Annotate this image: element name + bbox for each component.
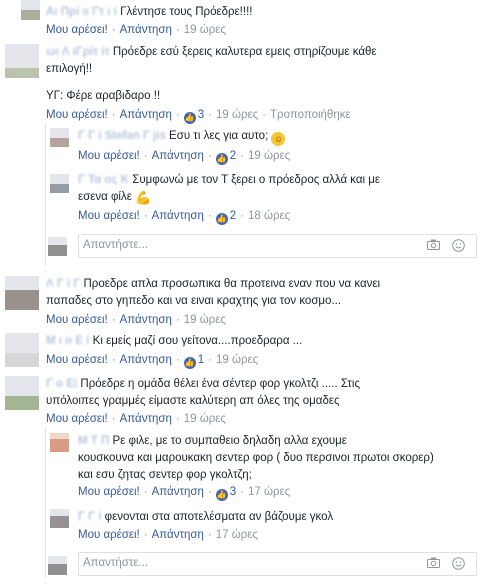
reply-input[interactable]: Απαντήστε... xyxy=(78,234,477,258)
avatar[interactable] xyxy=(5,333,39,367)
reply-text: Ρε φιλε, με το συμπαθειο δηλαδη αλλα εχο… xyxy=(112,435,347,447)
reply-actions: Μου αρέσει! · Απάντηση · 17 ώρες xyxy=(78,529,258,541)
reply-text-line: και εσυ ζητας σεντερ φορ γκολτζη; xyxy=(78,469,252,481)
comment-actions: Μου αρέσει! · Απάντηση · 👍 1 · 19 ώρες xyxy=(46,354,259,369)
reply-body: Γ Γ ί φενονται στα αποτελέσματα αν βάζου… xyxy=(78,509,488,525)
avatar[interactable] xyxy=(50,174,69,193)
avatar[interactable] xyxy=(50,433,69,452)
like-count-icon: 👍 xyxy=(215,489,228,501)
like-count-icon: 👍 xyxy=(183,357,196,369)
flexed-biceps-emoji-icon: 💪 xyxy=(135,190,152,205)
comment-body: Μ ι ο Ε ί Κι εμείς μαζί σου γείτονα....π… xyxy=(46,333,486,349)
smiley-icon[interactable] xyxy=(451,239,465,253)
reply-author[interactable]: Γ Γ ί xyxy=(78,511,101,523)
comment-text-line: υπόλοιπες γραμμές είμαστε καλύτερη απ όλ… xyxy=(46,395,340,407)
reply-placeholder: Απαντήστε... xyxy=(83,557,149,569)
camera-icon[interactable] xyxy=(426,239,440,253)
like-count-icon: 👍 xyxy=(183,112,196,124)
comment-text: Πρόεδρε εσύ ξερεις καλυτερα εμεις στηρίζ… xyxy=(112,46,377,58)
like-link[interactable]: Μου αρέσει! xyxy=(78,486,140,498)
like-link[interactable]: Μου αρέσει! xyxy=(46,314,108,326)
reply-text-line: εσενα φίλε 💪 xyxy=(78,190,152,205)
comment-time[interactable]: 19 ώρες xyxy=(216,109,258,121)
reply-link[interactable]: Απάντηση xyxy=(120,413,172,425)
comment-author[interactable]: Γ ο Εί xyxy=(46,378,77,390)
comment-author[interactable]: Αι Πρί ιι Γτ ι ί xyxy=(46,6,117,18)
reply-link[interactable]: Απάντηση xyxy=(120,314,172,326)
reply-placeholder: Απαντήστε... xyxy=(83,239,149,251)
like-count-icon: 👍 xyxy=(215,213,228,225)
reply-link[interactable]: Απάντηση xyxy=(152,210,204,222)
comment-time[interactable]: 19 ώρες xyxy=(184,413,226,425)
reply-author[interactable]: Μ Τ Π xyxy=(78,435,109,447)
comment-time[interactable]: 19 ώρες xyxy=(216,354,258,366)
like-link[interactable]: Μου αρέσει! xyxy=(46,109,108,121)
current-user-avatar xyxy=(48,556,67,575)
comment-actions: Μου αρέσει! · Απάντηση · 19 ώρες xyxy=(46,413,226,425)
comment-author[interactable]: ωι Λ ιΓρίτ ίτ xyxy=(46,46,110,58)
reply-text: φενονται στα αποτελέσματα αν βάζουμε γκο… xyxy=(104,511,334,523)
avatar[interactable] xyxy=(5,276,39,310)
comment-actions: Μου αρέσει! · Απάντηση · 👍 3 · 19 ώρες · Τροποποι… xyxy=(46,109,351,124)
comment-text-line: παπαδες στο γηπεδο και να ειναι κραχτης … xyxy=(46,295,342,307)
avatar[interactable] xyxy=(50,509,69,528)
camera-icon[interactable] xyxy=(426,557,440,571)
reply-body: Γ Τα ος Κ Συμφωνώ με τον Τ ξερει ο πρόεδ… xyxy=(78,172,488,188)
reply-author[interactable]: Γ Γ ί Stefan Γ jis xyxy=(78,130,166,142)
avatar[interactable] xyxy=(5,44,39,78)
comment-text-line: επιλογή!! xyxy=(46,63,93,75)
comment-author[interactable]: Μ ι ο Ε ί xyxy=(46,335,89,347)
comment-actions: Μου αρέσει! · Απάντηση · 19 ώρες xyxy=(46,24,226,36)
reply-author[interactable]: Γ Τα ος Κ xyxy=(78,174,129,186)
comment-text-line: ΥΓ: Φέρε αραβιδαρο !! xyxy=(46,90,161,102)
reply-text: Συμφωνώ με τον Τ ξερει ο πρόεδρος αλλά κ… xyxy=(132,174,381,186)
comment-body: ωι Λ ιΓρίτ ίτ Πρόεδρε εσύ ξερεις καλυτερ… xyxy=(46,44,486,60)
like-link[interactable]: Μου αρέσει! xyxy=(46,354,108,366)
reply-time[interactable]: 17 ώρες xyxy=(216,529,258,541)
like-link[interactable]: Μου αρέσει! xyxy=(46,24,108,36)
like-count-icon: 👍 xyxy=(215,153,228,165)
reply-body: Μ Τ Π Ρε φιλε, με το συμπαθειο δηλαδη αλ… xyxy=(78,433,488,449)
reply-text: Εσυ τι λες για αυτο; xyxy=(169,130,269,142)
comment-text: Προεδρε απλα προσωπικα θα προτεινα εναν … xyxy=(83,278,381,290)
like-link[interactable]: Μου αρέσει! xyxy=(78,150,140,162)
comment-body: Γ ο Εί Πρόεδρε η ομάδα θέλει ένα σέντερ … xyxy=(46,376,486,392)
laughing-emoji-icon: ☺ xyxy=(271,132,286,146)
comment-body: Αι Πρί ιι Γτ ι ί Γλέντησε τους Πρόεδρε!!… xyxy=(46,4,252,20)
comment-time[interactable]: 19 ώρες xyxy=(184,314,226,326)
reply-actions: Μου αρέσει! · Απάντηση · 👍 3 · 17 ώρες xyxy=(78,486,291,501)
reply-actions: Μου αρέσει! · Απάντηση · 👍 2 · 19 ώρες xyxy=(78,150,291,165)
like-link[interactable]: Μου αρέσει! xyxy=(46,413,108,425)
current-user-avatar xyxy=(48,237,67,256)
reply-link[interactable]: Απάντηση xyxy=(152,486,204,498)
comment-time[interactable]: 19 ώρες xyxy=(184,24,226,36)
reply-time[interactable]: 17 ώρες xyxy=(248,486,290,498)
reply-link[interactable]: Απάντηση xyxy=(120,24,172,36)
reply-link[interactable]: Απάντηση xyxy=(120,354,172,366)
reply-body: Γ Γ ί Stefan Γ jis Εσυ τι λες για αυτο; … xyxy=(78,128,286,146)
comment-actions: Μου αρέσει! · Απάντηση · 19 ώρες xyxy=(46,314,226,326)
comment-text: Γλέντησε τους Πρόεδρε!!!! xyxy=(120,6,253,18)
reply-link[interactable]: Απάντηση xyxy=(152,150,204,162)
reply-text-line: κουσκουνα και μαρουκακη σεντερ φορ ( δυο… xyxy=(78,452,434,464)
comment-text: Πρόεδρε η ομάδα θέλει ένα σέντερ φορ γκο… xyxy=(80,378,361,390)
reply-input[interactable]: Απαντήστε... xyxy=(78,552,477,576)
smiley-icon[interactable] xyxy=(451,557,465,571)
reply-time[interactable]: 19 ώρες xyxy=(248,150,290,162)
comment-text: Κι εμείς μαζί σου γείτονα....προεδραρα .… xyxy=(92,335,303,347)
comment-body: Λ Γ ί Γ Προεδρε απλα προσωπικα θα προτει… xyxy=(46,276,486,292)
avatar[interactable] xyxy=(21,0,40,20)
reply-thread-line xyxy=(45,428,46,578)
reply-thread-line xyxy=(45,124,46,266)
avatar[interactable] xyxy=(5,376,39,410)
reply-time[interactable]: 18 ώρες xyxy=(248,210,290,222)
reply-link[interactable]: Απάντηση xyxy=(120,109,172,121)
like-link[interactable]: Μου αρέσει! xyxy=(78,529,140,541)
comment-author[interactable]: Λ Γ ί Γ xyxy=(46,278,80,290)
reply-actions: Μου αρέσει! · Απάντηση · 👍 2 · 18 ώρες xyxy=(78,210,291,225)
like-link[interactable]: Μου αρέσει! xyxy=(78,210,140,222)
edited-label[interactable]: Τροποποιήθηκε xyxy=(270,109,351,121)
reply-link[interactable]: Απάντηση xyxy=(152,529,204,541)
avatar[interactable] xyxy=(50,128,69,147)
